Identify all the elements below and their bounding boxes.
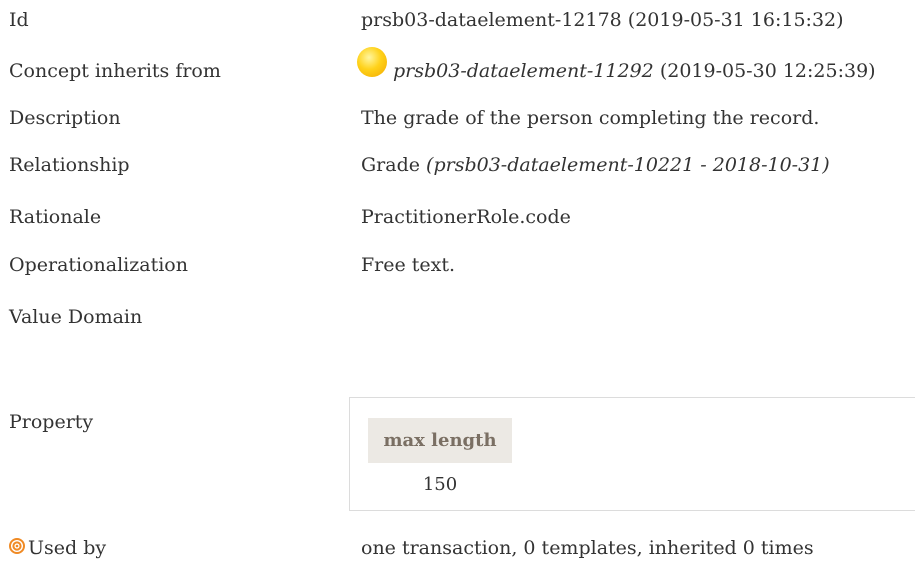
rationale-label: Rationale <box>9 206 102 228</box>
id-value: prsb03-dataelement-12178 (2019-05-31 16:… <box>361 9 844 31</box>
relationship-row: Relationship Grade (prsb03-dataelement-1… <box>0 145 917 185</box>
used-by-label: Used by <box>28 537 107 559</box>
relationship-label: Relationship <box>9 154 130 176</box>
description-row: Description The grade of the person comp… <box>0 98 917 138</box>
value-domain-label: Value Domain <box>9 306 143 328</box>
used-by-row: Used by one transaction, 0 templates, in… <box>0 528 917 568</box>
value-domain-row: Value Domain <box>0 297 917 337</box>
property-table: max length 150 <box>349 397 915 511</box>
inherits-date: (2019-05-30 12:25:39) <box>653 60 876 82</box>
relationship-value: Grade (prsb03-dataelement-10221 - 2018-1… <box>361 145 830 185</box>
id-label: Id <box>9 9 29 31</box>
operationalization-row: Operationalization Free text. <box>0 245 917 285</box>
inherits-row: Concept inherits from prsb03-dataelement… <box>0 47 917 91</box>
rationale-row: Rationale PractitionerRole.code <box>0 197 917 237</box>
used-by-label-group: Used by <box>9 528 106 568</box>
description-label: Description <box>9 107 121 129</box>
yellow-ball-icon <box>357 47 387 77</box>
description-value: The grade of the person completing the r… <box>361 107 820 129</box>
inherits-value: prsb03-dataelement-11292 (2019-05-30 12:… <box>357 47 876 91</box>
inherits-reference-link[interactable]: prsb03-dataelement-11292 <box>393 60 654 82</box>
relationship-name: Grade <box>361 154 427 176</box>
used-by-value: one transaction, 0 templates, inherited … <box>361 537 814 559</box>
rationale-value: PractitionerRole.code <box>361 206 571 228</box>
target-icon <box>9 538 25 554</box>
operationalization-value: Free text. <box>361 254 456 276</box>
id-row: Id prsb03-dataelement-12178 (2019-05-31 … <box>0 0 917 40</box>
max-length-value: 150 <box>422 474 458 495</box>
max-length-header: max length <box>368 418 512 463</box>
inherits-label: Concept inherits from <box>9 60 221 82</box>
relationship-reference: (prsb03-dataelement-10221 - 2018-10-31) <box>426 154 830 176</box>
property-label: Property <box>9 411 94 433</box>
operationalization-label: Operationalization <box>9 254 188 276</box>
